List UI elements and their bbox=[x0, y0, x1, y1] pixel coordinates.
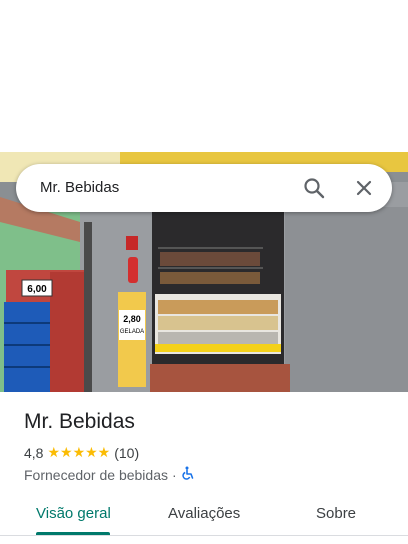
place-title: Mr. Bebidas bbox=[24, 410, 135, 433]
search-bar[interactable]: Mr. Bebidas bbox=[16, 164, 392, 212]
rating-value: 4,8 bbox=[24, 444, 44, 461]
place-tabs: Visão geral Avaliações Sobre bbox=[0, 500, 408, 536]
tab-overview[interactable]: Visão geral bbox=[36, 505, 111, 522]
place-category: Fornecedor de bebidas bbox=[24, 466, 168, 483]
category-separator: · bbox=[172, 466, 177, 483]
tab-reviews[interactable]: Avaliações bbox=[168, 505, 240, 522]
star-rating-icon: ★★★★★ bbox=[47, 444, 111, 460]
price-sign-gelada: GELADA bbox=[120, 329, 144, 335]
price-sign-2-80: 2,80 bbox=[123, 314, 141, 324]
close-icon[interactable] bbox=[352, 176, 376, 200]
tab-about[interactable]: Sobre bbox=[316, 505, 356, 522]
price-sign-6: 6,00 bbox=[27, 284, 47, 295]
category-row: Fornecedor de bebidas · bbox=[24, 466, 195, 483]
search-icon[interactable] bbox=[302, 176, 326, 200]
review-count[interactable]: (10) bbox=[114, 445, 139, 461]
tabs-divider bbox=[0, 535, 408, 536]
search-query-text[interactable]: Mr. Bebidas bbox=[40, 179, 119, 196]
wheelchair-icon bbox=[181, 466, 195, 483]
rating-row[interactable]: 4,8 ★★★★★ (10) bbox=[24, 444, 139, 461]
